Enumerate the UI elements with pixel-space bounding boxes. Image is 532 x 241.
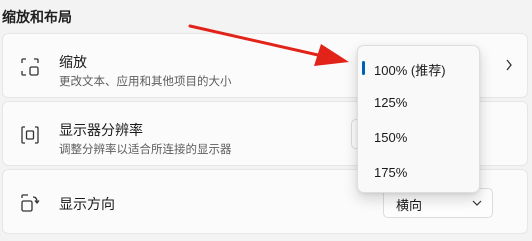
scale-option-175[interactable]: 175%	[358, 158, 479, 188]
display-orientation-title: 显示方向	[59, 196, 115, 212]
scale-option-label: 125%	[374, 95, 408, 110]
scale-option-125[interactable]: 125%	[358, 88, 479, 118]
chevron-down-icon	[472, 200, 482, 206]
scale-option-label: 150%	[374, 130, 408, 145]
display-resolution-description: 调整分辨率以适合所连接的显示器	[59, 144, 232, 156]
section-title: 缩放和布局	[2, 9, 72, 25]
scale-title: 缩放	[59, 54, 87, 70]
display-resolution-icon	[21, 126, 39, 144]
scale-option-100[interactable]: 100% (推荐)	[358, 53, 479, 83]
scale-dropdown-menu: 100% (推荐) 125% 150% 175%	[357, 45, 480, 193]
scale-icon	[21, 58, 39, 76]
display-orientation-value: 横向	[396, 198, 423, 213]
chevron-right-icon[interactable]	[505, 59, 513, 71]
scale-option-150[interactable]: 150%	[358, 123, 479, 153]
selected-indicator	[362, 61, 365, 75]
display-resolution-title: 显示器分辨率	[59, 122, 143, 138]
scale-description: 更改文本、应用和其他项目的大小	[59, 76, 232, 88]
settings-page: 缩放和布局 缩放 更改文本、应用和其他项目的大小 显示器分辨率 调整分辨率以适合…	[0, 0, 532, 241]
scale-option-label: 175%	[374, 165, 408, 180]
scale-option-label: 100% (推荐)	[374, 63, 446, 78]
display-orientation-icon	[21, 194, 40, 212]
